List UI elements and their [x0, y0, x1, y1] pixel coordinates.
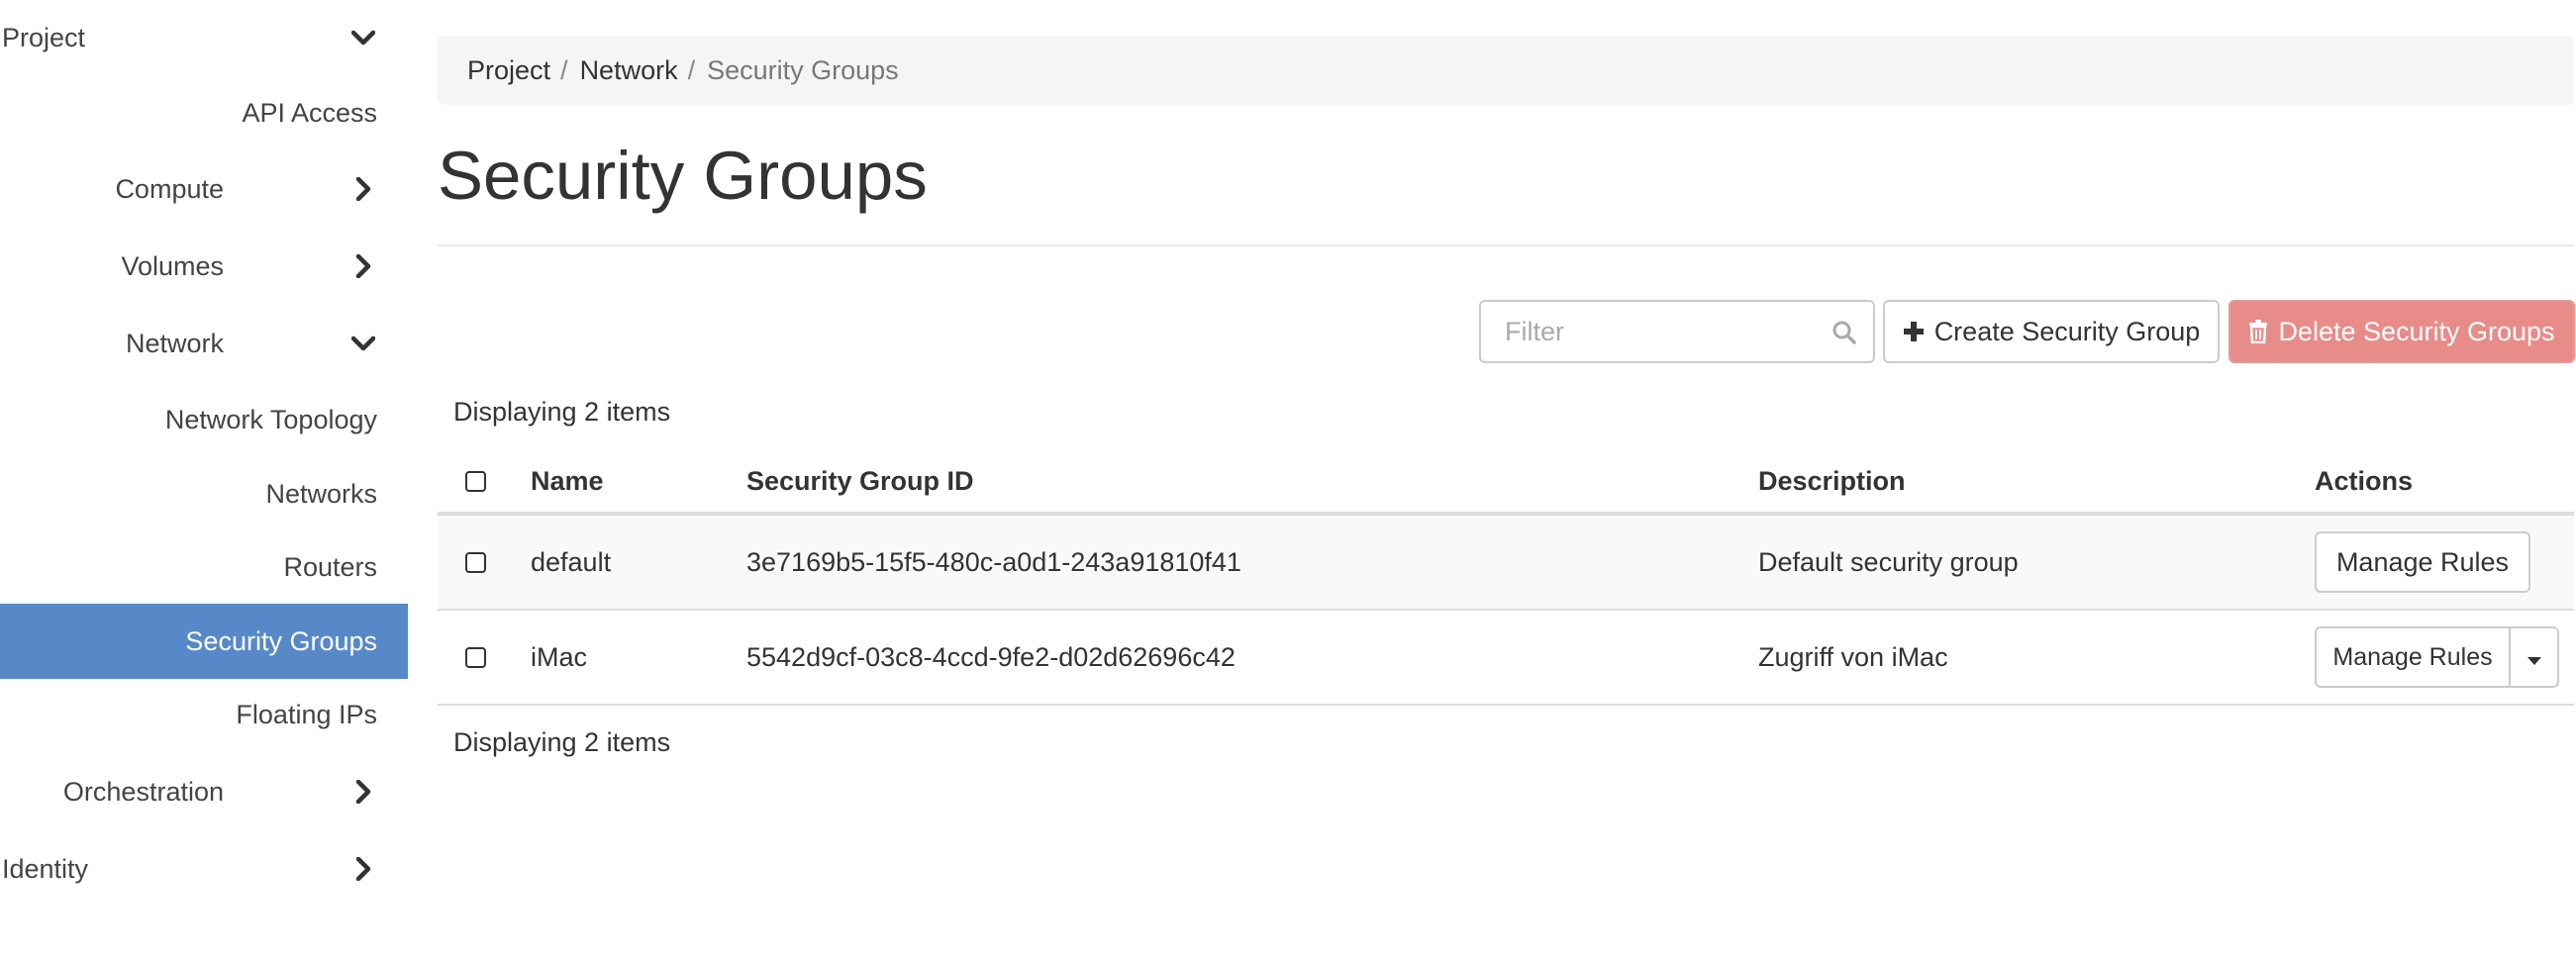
- chevron-down-icon: [348, 329, 378, 358]
- breadcrumb-item-network[interactable]: Network: [580, 55, 678, 86]
- main-content: Project / Network / Security Groups Secu…: [438, 0, 2576, 956]
- row-name: iMac: [531, 641, 588, 672]
- sidebar-item-identity[interactable]: Identity: [0, 831, 408, 907]
- sidebar-item-project[interactable]: Project: [0, 0, 408, 75]
- row-actions: Manage Rules: [2315, 611, 2559, 704]
- row-security-group-id: 3e7169b5-15f5-480c-a0d1-243a91810f41: [746, 546, 1241, 577]
- sidebar-item-volumes[interactable]: Volumes: [0, 229, 408, 304]
- breadcrumb-item-security-groups: Security Groups: [707, 54, 899, 85]
- row-description: Zugriff von iMac: [1758, 641, 1948, 672]
- column-header-security-group-id[interactable]: Security Group ID: [746, 450, 974, 512]
- sidebar-item-label: Security Groups: [185, 625, 377, 656]
- row-checkbox[interactable]: [465, 646, 486, 668]
- column-header-actions: Actions: [2315, 465, 2414, 496]
- create-security-group-button[interactable]: Create Security Group: [1883, 300, 2220, 363]
- sidebar-item-security-groups[interactable]: Security Groups: [0, 604, 408, 679]
- sidebar-item-label: Network Topology: [164, 404, 377, 434]
- breadcrumb: Project / Network / Security Groups: [438, 36, 2574, 105]
- column-header-description[interactable]: Description: [1758, 450, 1906, 512]
- chevron-right-icon: [348, 854, 378, 884]
- chevron-down-icon: [348, 23, 378, 52]
- column-header-name[interactable]: Name: [531, 450, 604, 512]
- breadcrumb-item-project[interactable]: Project: [467, 55, 550, 86]
- manage-rules-button[interactable]: Manage Rules: [2315, 626, 2511, 688]
- sidebar-item-label: API Access: [242, 97, 377, 128]
- sidebar-item-orchestration[interactable]: Orchestration: [0, 754, 408, 829]
- search-icon[interactable]: [1832, 320, 1857, 345]
- delete-security-groups-label: Delete Security Groups: [2278, 316, 2555, 346]
- create-security-group-label: Create Security Group: [1933, 316, 2201, 346]
- trash-icon: [2248, 320, 2268, 343]
- item-count-top: Displaying 2 items: [453, 397, 671, 427]
- sidebar: Project API Access Compute Volumes Netwo…: [0, 0, 408, 956]
- row-checkbox-cell: [465, 611, 486, 704]
- filter-field[interactable]: [1479, 300, 1875, 363]
- row-actions: Manage Rules: [2315, 516, 2530, 609]
- breadcrumb-separator: /: [560, 54, 568, 85]
- delete-security-groups-button[interactable]: Delete Security Groups: [2229, 300, 2575, 363]
- more-actions-dropdown-toggle[interactable]: [2511, 626, 2559, 688]
- table-row: default 3e7169b5-15f5-480c-a0d1-243a9181…: [438, 516, 2574, 611]
- sidebar-item-label: Orchestration: [62, 776, 224, 807]
- row-actions-button-group: Manage Rules: [2315, 626, 2559, 688]
- item-count-bottom: Displaying 2 items: [453, 727, 671, 757]
- plus-icon: [1903, 321, 1925, 342]
- row-security-group-id: 5542d9cf-03c8-4ccd-9fe2-d02d62696c42: [746, 641, 1236, 672]
- sidebar-item-api-access[interactable]: API Access: [0, 75, 408, 150]
- row-checkbox-cell: [465, 516, 486, 609]
- sidebar-item-label: Compute: [115, 173, 224, 204]
- sidebar-item-label: Routers: [283, 551, 377, 582]
- page-title: Security Groups: [438, 138, 928, 214]
- sidebar-item-network-topology[interactable]: Network Topology: [0, 382, 408, 457]
- chevron-right-icon: [348, 174, 378, 204]
- chevron-right-icon: [348, 777, 378, 807]
- manage-rules-button[interactable]: Manage Rules: [2315, 531, 2530, 593]
- sidebar-item-label: Network: [125, 328, 224, 358]
- caret-down-icon: [2526, 642, 2542, 673]
- sidebar-item-label: Project: [2, 22, 86, 52]
- select-all-checkbox[interactable]: [465, 470, 486, 492]
- breadcrumb-separator: /: [687, 54, 696, 85]
- row-checkbox[interactable]: [465, 551, 486, 573]
- chevron-right-icon: [348, 251, 378, 281]
- filter-input[interactable]: [1505, 316, 1822, 347]
- row-name: default: [531, 546, 612, 577]
- sidebar-item-compute[interactable]: Compute: [0, 151, 408, 227]
- sidebar-item-label: Floating IPs: [236, 699, 377, 729]
- sidebar-item-label: Identity: [2, 853, 89, 884]
- sidebar-item-routers[interactable]: Routers: [0, 529, 408, 605]
- sidebar-item-label: Networks: [265, 478, 377, 509]
- sidebar-item-label: Volumes: [121, 250, 224, 281]
- sidebar-item-network[interactable]: Network: [0, 306, 408, 381]
- sidebar-item-networks[interactable]: Networks: [0, 456, 408, 531]
- table-row: iMac 5542d9cf-03c8-4ccd-9fe2-d02d62696c4…: [438, 611, 2574, 706]
- security-groups-table: Name Security Group ID Description Actio…: [438, 450, 2574, 706]
- row-description: Default security group: [1758, 546, 2019, 577]
- header-checkbox-cell: [465, 450, 486, 512]
- title-divider: [438, 244, 2574, 246]
- table-header: Name Security Group ID Description Actio…: [438, 450, 2574, 516]
- sidebar-item-floating-ips[interactable]: Floating IPs: [0, 677, 408, 752]
